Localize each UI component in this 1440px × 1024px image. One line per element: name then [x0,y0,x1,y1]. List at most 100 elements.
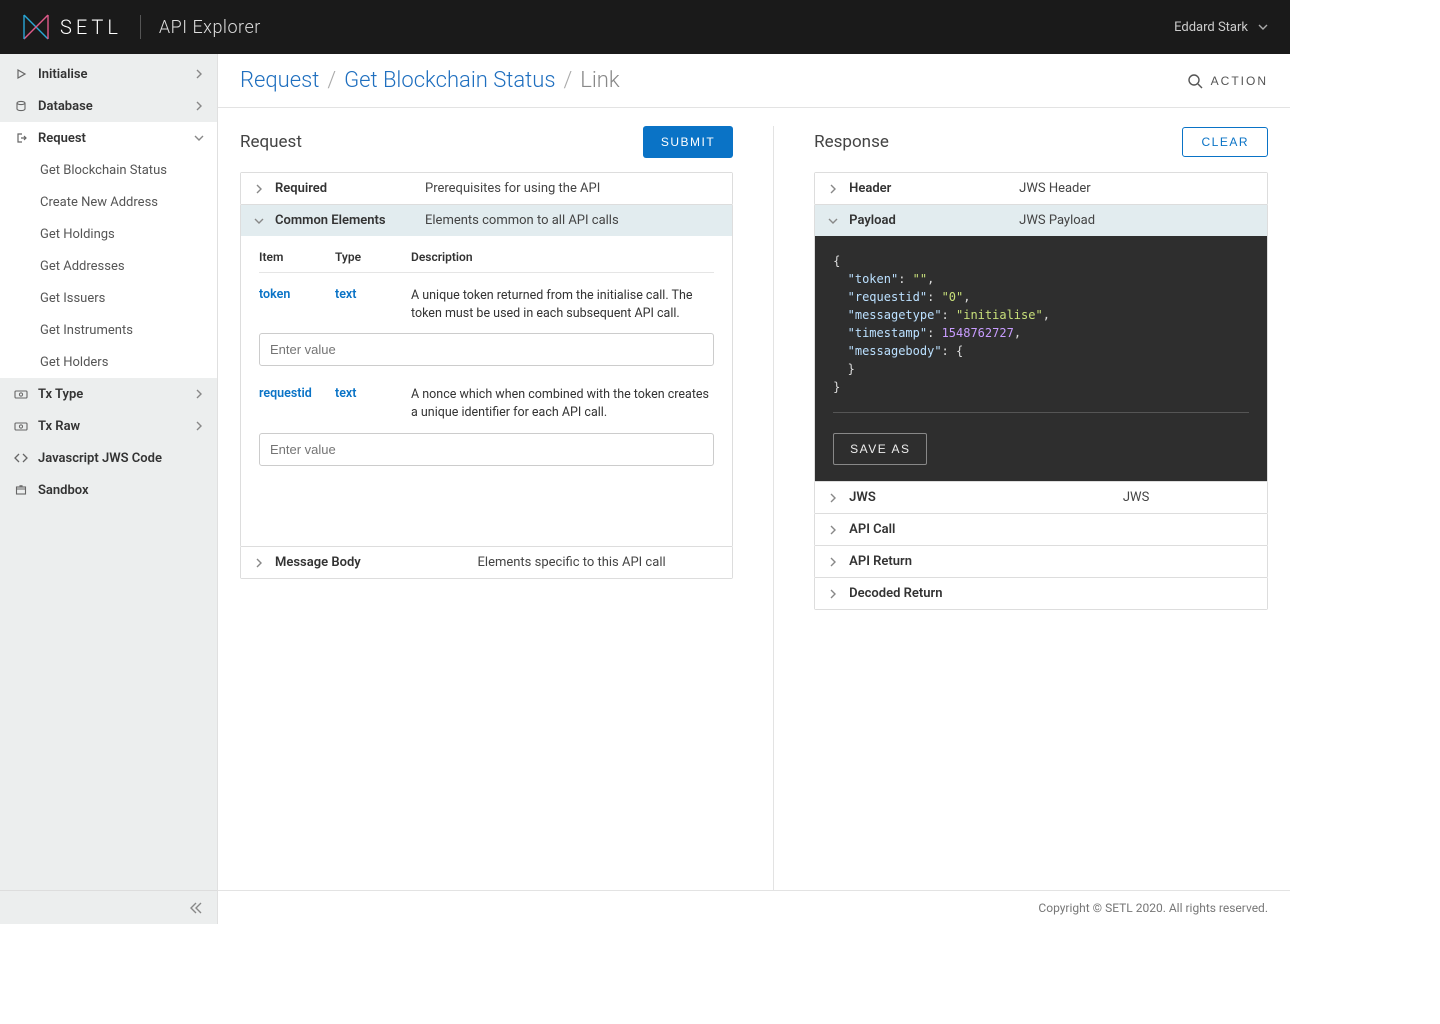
sidebar-item-label: Initialise [38,67,185,82]
sidebar-collapse[interactable] [0,890,217,924]
sidebar-item-label: Sandbox [38,483,203,498]
crumb-sep: / [563,68,572,93]
sidebar-nav: Initialise Database Request Get Blockchain … [0,54,217,890]
col-desc: Description [411,250,714,264]
action-label: ACTION [1211,74,1268,88]
col-type: Type [335,250,411,264]
resp-section-api-call[interactable]: API Call [815,514,1267,545]
sidebar-item-sandbox[interactable]: Sandbox [0,474,217,506]
clear-button[interactable]: CLEAR [1182,127,1268,157]
action-menu[interactable]: ACTION [1187,73,1268,89]
param-name: requestid [259,386,335,401]
chevron-right-icon [195,421,203,431]
response-pane: Response CLEAR Header JWS Header [773,126,1268,890]
sidebar-subitem-create-new-address[interactable]: Create New Address [0,186,217,218]
code-icon [14,453,28,463]
sidebar: Initialise Database Request Get Blockchain … [0,54,218,924]
sidebar-subitem-get-instruments[interactable]: Get Instruments [0,314,217,346]
chevron-right-icon [829,589,839,599]
col-item: Item [259,250,335,264]
resp-section-payload[interactable]: Payload JWS Payload [815,205,1267,236]
chevron-right-icon [195,389,203,399]
sidebar-subitem-get-holders[interactable]: Get Holders [0,346,217,378]
tx-icon [14,421,28,431]
sidebar-item-label: Javascript JWS Code [38,451,203,466]
sidebar-item-label: Request [38,131,185,146]
logo-mark-icon [22,13,50,41]
sidebar-item-label: Tx Type [38,387,185,402]
section-required-label: Required [275,181,415,196]
crumb-sep: / [327,68,336,93]
request-title: Request [240,132,643,152]
section-common-body: Item Type Description tokentextA unique … [241,236,732,546]
resp-jws-label: JWS [849,490,1009,505]
payload-divider [833,412,1249,413]
app-title: API Explorer [159,17,261,38]
section-common-label: Common Elements [275,213,415,228]
brand-name: SETL [60,15,122,39]
chevron-down-icon [829,216,839,226]
sidebar-item-javascript-jws-code[interactable]: Javascript JWS Code [0,442,217,474]
resp-header-label: Header [849,181,1009,196]
section-message-body-label: Message Body [275,555,415,570]
crumb-request[interactable]: Request [240,68,319,93]
section-message-body[interactable]: Message Body Elements specific to this A… [241,547,732,578]
breadcrumb: Request / Get Blockchain Status / Link A… [218,54,1290,108]
database-icon [14,100,28,112]
save-as-button[interactable]: SAVE AS [833,433,927,465]
param-desc: A unique token returned from the initial… [411,287,714,323]
collapse-icon [189,902,203,914]
resp-api-call-label: API Call [849,522,1009,537]
resp-header-desc: JWS Header [1019,181,1253,196]
chevron-down-icon [255,216,265,226]
sidebar-item-label: Tx Raw [38,419,185,434]
chevron-right-icon [829,493,839,503]
topbar-divider [140,15,141,39]
search-icon [1187,73,1203,89]
sidebar-subitem-get-blockchain-status[interactable]: Get Blockchain Status [0,154,217,186]
sidebar-item-initialise[interactable]: Initialise [0,58,217,90]
chevron-down-icon [1258,22,1268,32]
section-required[interactable]: Required Prerequisites for using the API [241,173,732,204]
param-input-token[interactable] [259,333,714,366]
chevron-right-icon [195,133,203,143]
param-input-requestid[interactable] [259,433,714,466]
sidebar-item-tx-type[interactable]: Tx Type [0,378,217,410]
resp-payload-label: Payload [849,213,1009,228]
chevron-right-icon [829,184,839,194]
section-message-body-desc: Elements specific to this API call [425,555,718,570]
user-menu[interactable]: Eddard Stark [1174,20,1268,35]
chevron-right-icon [829,557,839,567]
section-common[interactable]: Common Elements Elements common to all A… [241,205,732,236]
resp-jws-desc: JWS [1019,490,1253,505]
chevron-right-icon [195,101,203,111]
payload-code: { "token": "", "requestid": "0", "messag… [815,236,1267,481]
brand-logo[interactable]: SETL [22,13,122,41]
sidebar-item-database[interactable]: Database [0,90,217,122]
sidebar-item-label: Database [38,99,185,114]
param-name: token [259,287,335,302]
sidebar-subitem-get-holdings[interactable]: Get Holdings [0,218,217,250]
sidebar-item-request[interactable]: Request [0,122,217,154]
resp-section-decoded-return[interactable]: Decoded Return [815,578,1267,609]
sidebar-item-tx-raw[interactable]: Tx Raw [0,410,217,442]
chevron-right-icon [255,184,265,194]
submit-button[interactable]: SUBMIT [643,126,733,158]
play-icon [14,68,28,80]
crumb-endpoint[interactable]: Get Blockchain Status [344,68,555,93]
resp-api-return-label: API Return [849,554,1009,569]
resp-section-api-return[interactable]: API Return [815,546,1267,577]
tx-icon [14,389,28,399]
chevron-right-icon [255,558,265,568]
footer: Copyright © SETL 2020. All rights reserv… [218,890,1290,924]
enter-icon [14,132,28,144]
resp-section-jws[interactable]: JWS JWS [815,482,1267,513]
copyright: Copyright © SETL 2020. All rights reserv… [1038,901,1268,915]
section-required-desc: Prerequisites for using the API [425,181,718,196]
resp-decoded-return-label: Decoded Return [849,586,1009,601]
sidebar-subitem-get-addresses[interactable]: Get Addresses [0,250,217,282]
section-common-desc: Elements common to all API calls [425,213,718,228]
chevron-right-icon [195,69,203,79]
sidebar-subitem-get-issuers[interactable]: Get Issuers [0,282,217,314]
resp-section-header[interactable]: Header JWS Header [815,173,1267,204]
